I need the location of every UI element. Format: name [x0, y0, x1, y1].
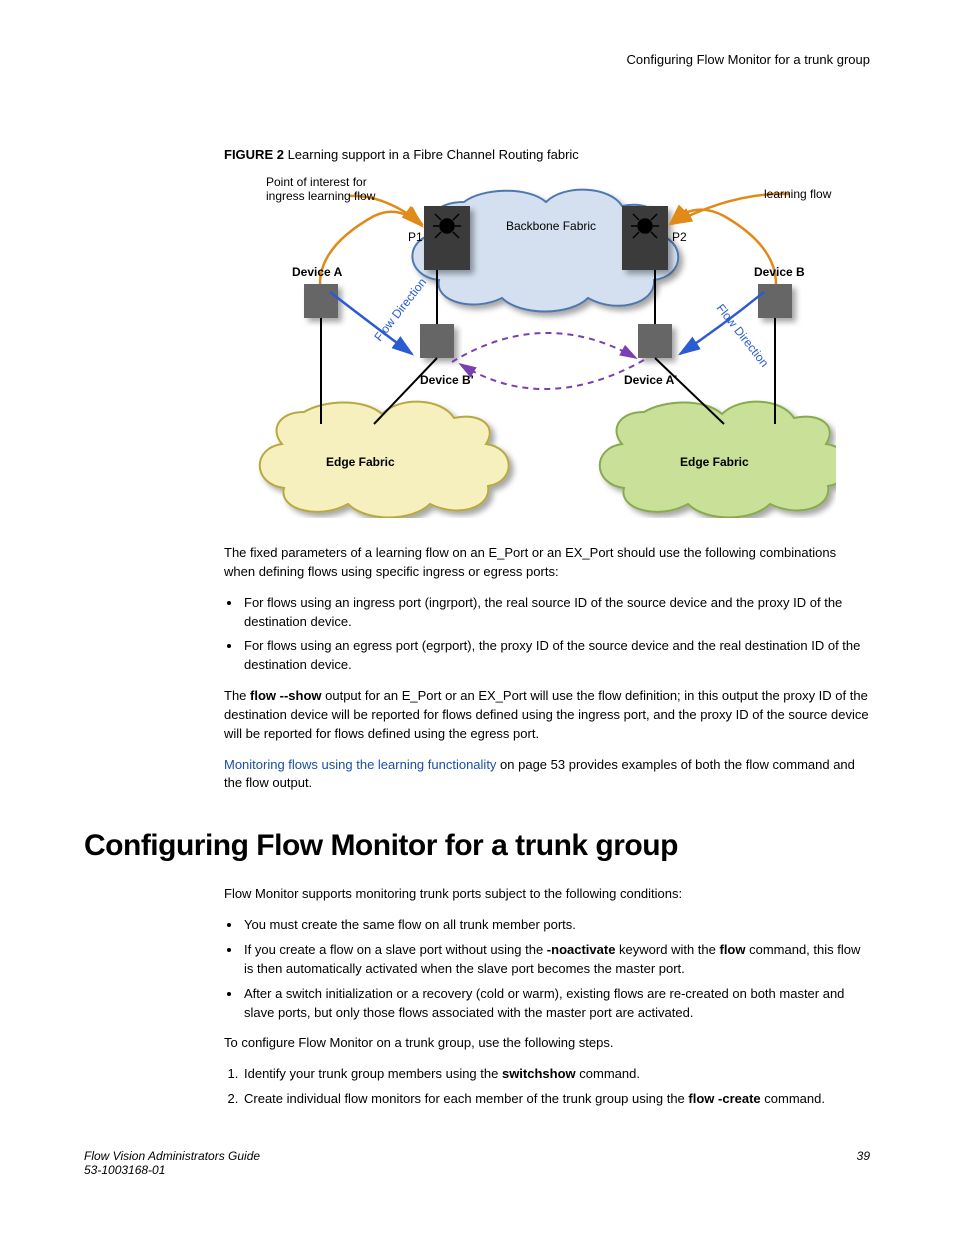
figure-number: FIGURE 2 — [224, 147, 284, 162]
list-item: After a switch initialization or a recov… — [242, 985, 870, 1023]
svg-text:P1: P1 — [408, 230, 423, 244]
command-text: switchshow — [502, 1066, 576, 1081]
section-heading: Configuring Flow Monitor for a trunk gro… — [84, 829, 870, 863]
figure-caption: FIGURE 2 Learning support in a Fibre Cha… — [224, 147, 870, 162]
list-item: Create individual flow monitors for each… — [242, 1090, 870, 1109]
label-backbone: Backbone Fabric — [506, 219, 596, 233]
footer-title: Flow Vision Administrators Guide — [84, 1149, 870, 1163]
keyword-text: -noactivate — [547, 942, 616, 957]
bullet-list: For flows using an ingress port (ingrpor… — [242, 594, 870, 675]
svg-text:Point of interest foringress l: Point of interest foringress learning fl… — [266, 176, 376, 203]
list-item: For flows using an ingress port (ingrpor… — [242, 594, 870, 632]
list-item: You must create the same flow on all tru… — [242, 916, 870, 935]
page-footer: Flow Vision Administrators Guide 53-1003… — [84, 1149, 870, 1177]
paragraph: Flow Monitor supports monitoring trunk p… — [224, 885, 870, 904]
switch-left — [424, 206, 470, 270]
command-text: flow -create — [688, 1091, 760, 1106]
network-diagram: Point of interest foringress learning fl… — [224, 176, 836, 518]
page-content: FIGURE 2 Learning support in a Fibre Cha… — [224, 147, 870, 1109]
bullet-list: You must create the same flow on all tru… — [242, 916, 870, 1022]
label-learning-flow: learning flow — [764, 187, 832, 201]
running-header: Configuring Flow Monitor for a trunk gro… — [84, 52, 870, 67]
list-item: If you create a flow on a slave port wit… — [242, 941, 870, 979]
numbered-list: Identify your trunk group members using … — [242, 1065, 870, 1109]
figure-title: Learning support in a Fibre Channel Rout… — [284, 147, 579, 162]
paragraph: The flow --show output for an E_Port or … — [224, 687, 870, 744]
svg-text:Device B: Device B — [754, 265, 805, 279]
svg-text:P2: P2 — [672, 230, 687, 244]
switch-right — [622, 206, 668, 270]
command-text: flow --show — [250, 688, 322, 703]
paragraph: The fixed parameters of a learning flow … — [224, 544, 870, 582]
list-item: Identify your trunk group members using … — [242, 1065, 870, 1084]
paragraph: To configure Flow Monitor on a trunk gro… — [224, 1034, 870, 1053]
page-number: 39 — [857, 1149, 870, 1163]
paragraph: Monitoring flows using the learning func… — [224, 756, 870, 794]
svg-text:Edge Fabric: Edge Fabric — [326, 455, 395, 469]
svg-text:Edge Fabric: Edge Fabric — [680, 455, 749, 469]
footer-docnum: 53-1003168-01 — [84, 1163, 870, 1177]
svg-text:Device A': Device A' — [624, 373, 677, 387]
cross-reference-link[interactable]: Monitoring flows using the learning func… — [224, 757, 496, 772]
command-text: flow — [719, 942, 745, 957]
svg-text:Device A: Device A — [292, 265, 343, 279]
list-item: For flows using an egress port (egrport)… — [242, 637, 870, 675]
svg-text:Device B': Device B' — [420, 373, 474, 387]
